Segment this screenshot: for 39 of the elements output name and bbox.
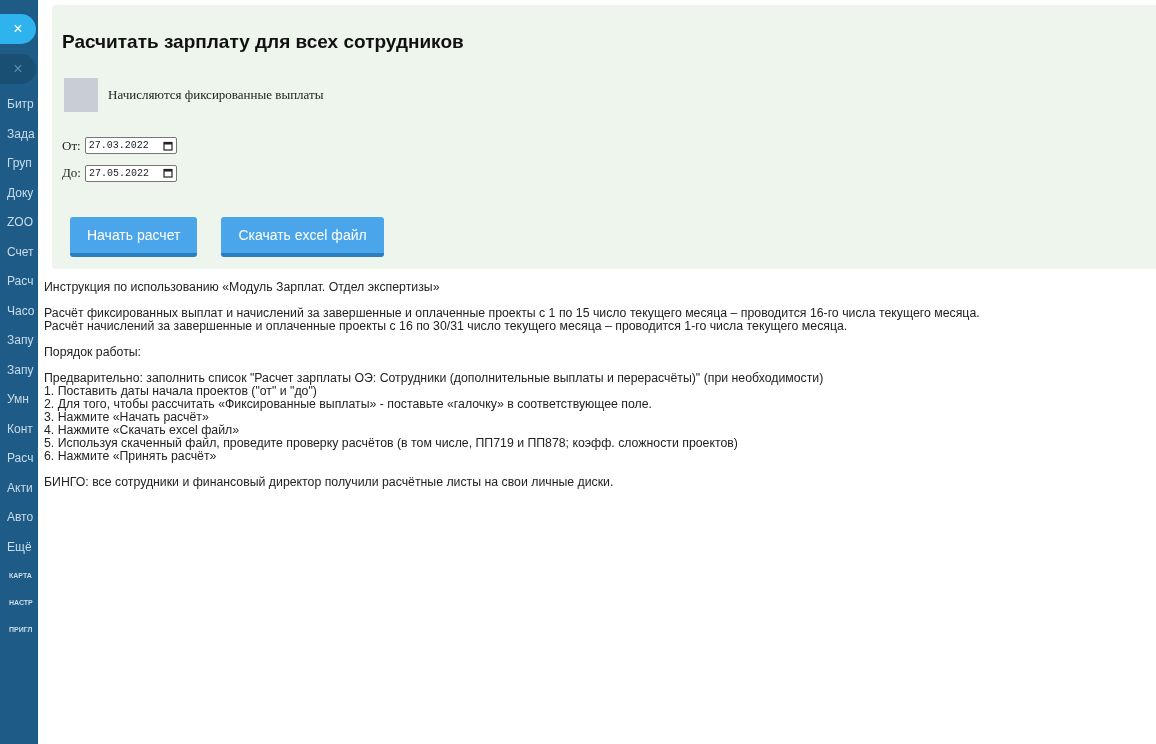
sidebar-item[interactable]: Авто — [0, 503, 38, 533]
sidebar-item[interactable]: Конт — [0, 414, 38, 444]
instruction-text: БИНГО: все сотрудники и финансовый директор получили расчётные листы на свои личные диски. — [44, 475, 615, 489]
instruction-text: 1. Поставить даты начала проектов ("от" и "до") — [44, 384, 317, 398]
sidebar-item[interactable]: Умн — [0, 385, 38, 415]
instruction-text: Порядок работы: — [44, 345, 143, 359]
panel-title: Расчитать зарплату для всех сотрудников — [62, 31, 465, 54]
instruction-text: 2. Для того, чтобы рассчитать «Фиксированные выплаты» - поставьте «галочку» в соответствующее поле. — [44, 397, 654, 411]
instruction-text: Инструкция по использованию «Модуль Зарплат. Отдел экспертизы» — [44, 280, 441, 294]
sidebar-item[interactable]: Запу — [0, 355, 38, 385]
date-label: От: — [62, 136, 81, 155]
calendar-icon[interactable] — [163, 168, 173, 179]
date-field[interactable]: 27.05.2022 — [85, 164, 177, 182]
action-button[interactable]: Начать расчет — [70, 216, 198, 257]
date-field[interactable]: 27.03.2022 — [84, 137, 177, 155]
instruction-text: 3. Нажмите «Начать расчёт» — [44, 410, 209, 424]
sidebar-item[interactable]: Расч — [0, 267, 38, 297]
sidebar-item[interactable]: ZOO — [0, 208, 38, 238]
action-button[interactable]: Скачать excel файл — [221, 216, 384, 257]
sidebar-item[interactable]: Счет — [0, 237, 38, 267]
instruction-text: Расчёт начислений за завершенные и оплаченные проекты с 16 по 30/31 число текущего месяца – проводится 1-го числа текущего месяца. — [44, 319, 849, 333]
sidebar-item[interactable]: Ещё — [0, 532, 38, 562]
sidebar-item[interactable]: Доку — [0, 178, 38, 208]
instruction-text: 4. Нажмите «Скачать excel файл» — [44, 423, 241, 437]
instruction-text: Предварительно: заполнить список "Расчет зарплаты ОЭ: Сотрудники (дополнительные выплаты и перерасчёты)" (при необходимости) — [44, 371, 825, 385]
checkbox[interactable] — [64, 77, 98, 112]
instruction-text: 6. Нажмите «Принять расчёт» — [44, 449, 217, 463]
calendar-icon[interactable] — [162, 140, 173, 151]
instruction-text: Расчёт фиксированных выплат и начислений за завершенные и оплаченные проекты с 1 по 15 число текущего месяца – проводится 16-го числа текущего месяца. — [44, 306, 981, 320]
instruction-text: 5. Используя скаченный файл, проведите проверку расчётов (в том числе, ПП719 и ПП878; коэфф. сложности проектов) — [44, 436, 739, 450]
sidebar-item[interactable]: Часо — [0, 296, 38, 326]
sidebar-item[interactable]: Зада — [0, 119, 38, 149]
checkbox-label: Начисляются фиксированные выплаты — [108, 86, 324, 105]
date-label: До: — [62, 164, 81, 183]
sidebar-item[interactable]: Акти — [0, 473, 38, 503]
sidebar-item[interactable]: Битр — [0, 90, 38, 120]
sidebar-item[interactable]: Запу — [0, 326, 38, 356]
sidebar-item[interactable]: Груп — [0, 149, 38, 179]
sidebar-item[interactable]: Расч — [0, 444, 38, 474]
